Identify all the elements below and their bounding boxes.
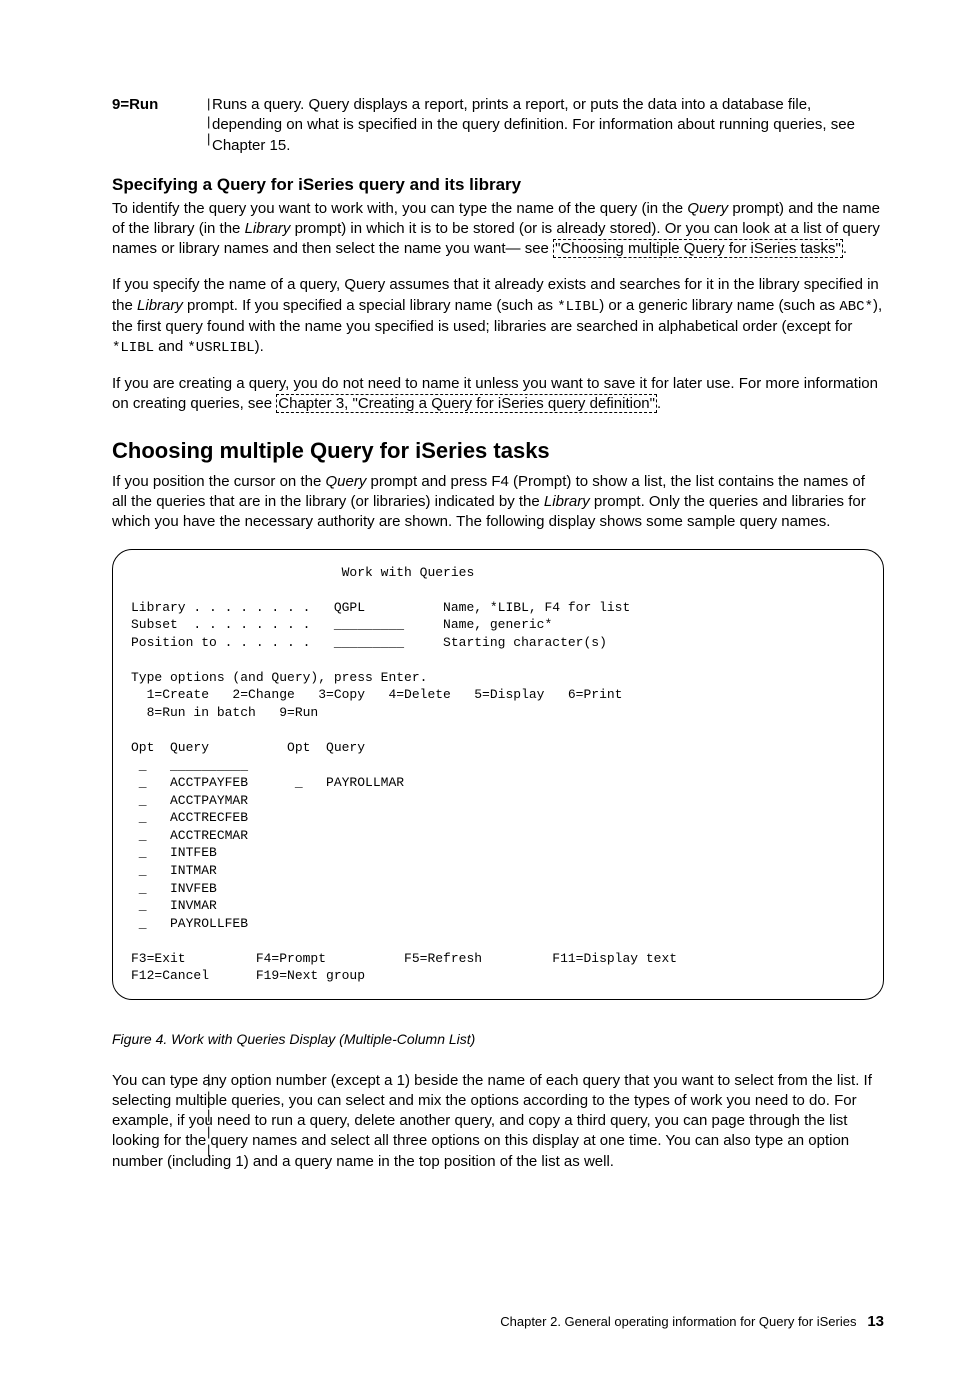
section-heading-specifying: Specifying a Query for iSeries query and… [112,174,884,197]
page-footer: Chapter 2. General operating information… [112,1312,884,1332]
footer-page-number: 13 [867,1313,884,1330]
para: You can type any option number (except a… [112,1071,884,1172]
para: If you specify the name of a query, Quer… [112,275,884,357]
change-bar: | [207,1071,210,1089]
run-definition: | | | 9=Run Runs a query. Query displays… [112,95,884,156]
change-bar: | [207,95,210,113]
para: If you position the cursor on the Query … [112,472,884,533]
link-chapter-3[interactable]: Chapter 3, "Creating a Query for iSeries… [276,394,657,413]
figure-caption: Figure 4. Work with Queries Display (Mul… [112,1030,884,1049]
change-bar: | [207,113,210,131]
change-bar: | [207,1088,210,1106]
def-desc: Runs a query. Query displays a report, p… [212,95,884,156]
terminal-display: Work with Queries Library . . . . . . . … [112,549,884,1000]
para-after-figure-wrap: | | | | | You can type any option number… [112,1071,884,1172]
change-bar: | [207,1106,210,1124]
change-bar: | [207,1123,210,1141]
para: To identify the query you want to work w… [112,199,884,260]
change-bar: | [207,130,210,148]
footer-chapter: Chapter 2. General operating information… [500,1314,856,1329]
para: If you are creating a query, you do not … [112,374,884,415]
def-term: 9=Run [112,95,212,156]
change-bar: | [207,1141,210,1159]
section-heading-choosing: Choosing multiple Query for iSeries task… [112,436,884,466]
link-choosing-tasks[interactable]: "Choosing multiple Query for iSeries tas… [553,239,843,258]
